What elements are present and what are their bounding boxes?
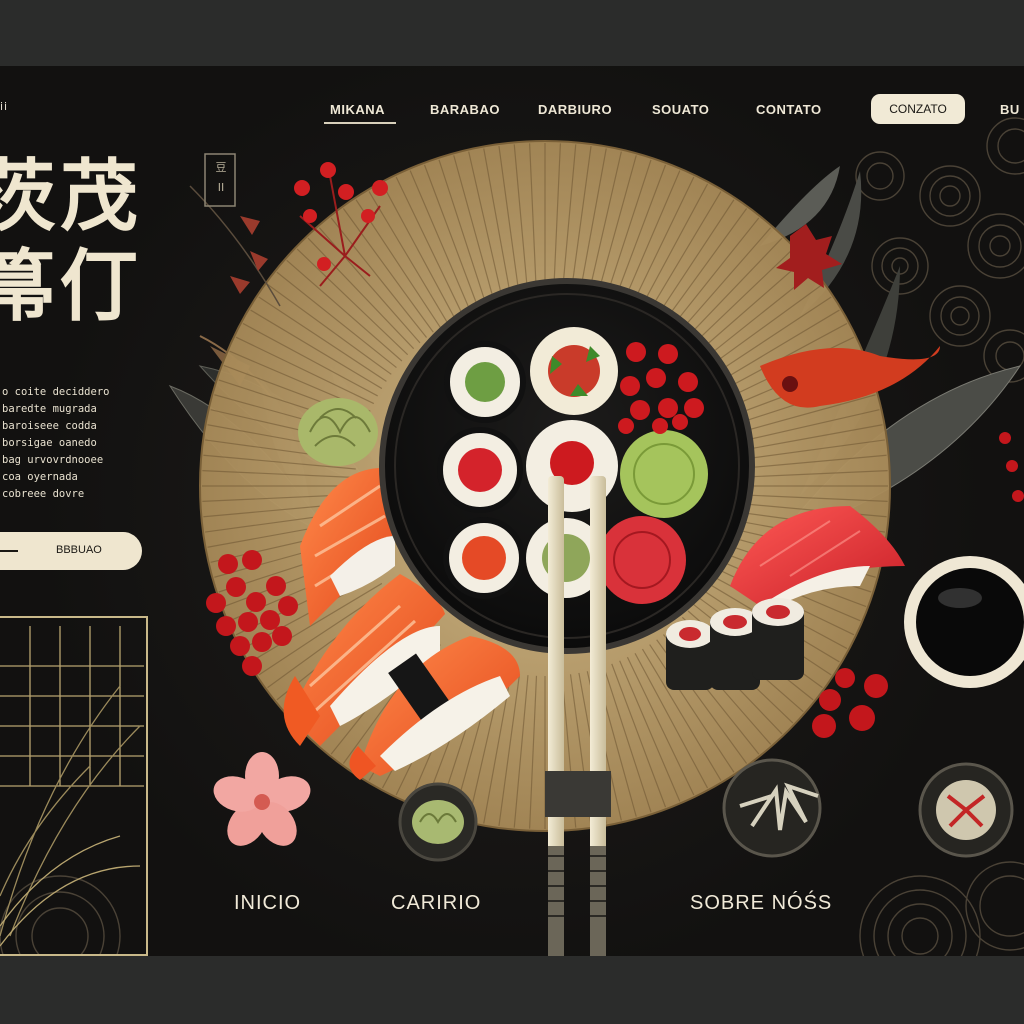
maki-roll-4	[443, 517, 525, 599]
maki-roll-3	[437, 427, 523, 513]
swirl-pattern-bottom	[0, 861, 1024, 956]
nav-item-4[interactable]: SOUATO	[652, 102, 709, 117]
hero-artwork	[0, 117, 1024, 956]
nav-item-6[interactable]: BU	[1000, 102, 1020, 117]
bottom-nav-inicio[interactable]: INICIO	[234, 892, 301, 915]
bottom-nav-sobre[interactable]: SOBRE NÓŚS	[690, 892, 832, 915]
garnish-bowl-icon	[918, 762, 1014, 858]
tuna-ball	[598, 516, 686, 604]
pickle-bowl-icon	[722, 758, 822, 858]
hero-description: o coite deciddero baredte mugrada barois…	[2, 386, 110, 500]
nav-item-3[interactable]: DARBIURO	[538, 102, 612, 117]
hero-title-line-1: 茨茂	[0, 151, 143, 242]
hero-title: 茨茂 箒仃	[0, 152, 148, 332]
contact-button[interactable]: CONZATO	[871, 94, 965, 124]
soy-sauce-bowl-icon	[904, 556, 1024, 688]
nav-item-contato[interactable]: CONTATO	[756, 102, 822, 117]
nav-item-2[interactable]: BARABAO	[430, 102, 500, 117]
bottom-nav-cardapio[interactable]: CARIRIO	[391, 892, 481, 915]
top-nav: MIKANA BARABAO DARBIURO SOUATO CONTATO C…	[300, 94, 1024, 134]
hero-title-line-2: 箒仃	[0, 241, 143, 332]
brand-mark[interactable]: ii	[0, 100, 8, 113]
seal-stamp-text: 豆 II	[208, 158, 234, 198]
sakura-flower-icon	[213, 752, 311, 846]
nav-active-underline	[324, 122, 396, 124]
wasabi-bowl-icon	[398, 782, 478, 862]
seal-stamp-bottom: II	[217, 181, 225, 194]
wasabi-rose-left	[298, 398, 378, 466]
maki-roll-2	[530, 327, 618, 415]
hero-cta-button[interactable]: BBBUAO	[0, 532, 142, 570]
hero-cta-label: BBBUAO	[56, 544, 102, 556]
page-frame: 豆 II ii MIKANA BARABAO DARBIURO SOUATO C…	[0, 66, 1024, 956]
seal-stamp-top: 豆	[215, 161, 227, 174]
button-dash-icon	[0, 550, 18, 552]
maki-roll-1	[444, 341, 526, 423]
wasabi-ball	[620, 430, 708, 518]
nav-item-1[interactable]: MIKANA	[330, 102, 385, 117]
framed-art-panel	[0, 616, 148, 956]
